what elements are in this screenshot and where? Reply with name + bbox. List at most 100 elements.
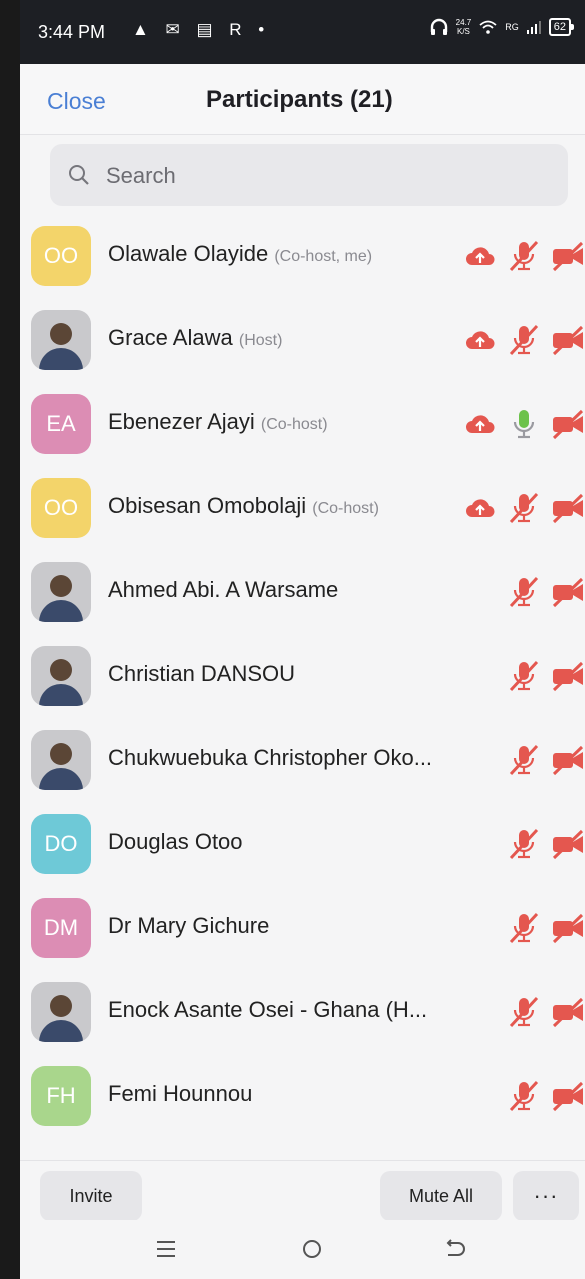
person-silhouette-icon [39,323,83,370]
participant-status-icons [507,658,585,694]
video-off-icon [551,658,585,694]
person-silhouette-icon [39,659,83,706]
participants-header: Close Participants (21) [20,64,585,135]
mic-muted-icon [507,1078,541,1114]
battery-icon: 62 [548,18,575,36]
search-box[interactable] [50,144,568,206]
video-off-icon [551,742,585,778]
video-off-icon [551,406,585,442]
participant-name: Douglas Otoo [108,829,243,855]
close-button[interactable]: Close [47,88,106,115]
participant-status-icons [463,238,585,274]
participant-name: Ebenezer Ajayi (Co-host) [108,409,328,435]
participant-name-text: Enock Asante Osei - Ghana (H... [108,997,428,1022]
network-type: RG [505,22,519,32]
participant-name-text: Douglas Otoo [108,829,243,854]
video-off-icon [551,574,585,610]
mic-muted-icon [507,742,541,778]
participant-name: Christian DANSOU [108,661,295,687]
mic-muted-icon [507,490,541,526]
participant-status-icons [463,322,585,358]
participant-name-text: Ahmed Abi. A Warsame [108,577,339,602]
participant-row[interactable]: Christian DANSOU [20,634,585,718]
participant-photo [31,310,91,370]
participant-avatar: DO [31,814,91,874]
participant-row[interactable]: Enock Asante Osei - Ghana (H... [20,970,585,1054]
participant-list: OO Olawale Olayide (Co-host, me) Grace Ala… [20,214,585,1138]
participant-name-text: Grace Alawa [108,325,233,350]
signal-icon [526,21,541,34]
participant-name: Olawale Olayide (Co-host, me) [108,241,372,267]
participant-status-icons [507,742,585,778]
participant-row[interactable]: OO Olawale Olayide (Co-host, me) [20,214,585,298]
cloud-record-icon [463,406,497,442]
participant-row[interactable]: Grace Alawa (Host) [20,298,585,382]
participant-photo [31,646,91,706]
participant-name-text: Obisesan Omobolaji [108,493,307,518]
participant-row[interactable]: Ahmed Abi. A Warsame [20,550,585,634]
network-speed: 24.7 K/S [456,18,472,36]
search-input[interactable] [104,156,548,196]
mic-on-icon [507,406,541,442]
mic-muted-icon [507,910,541,946]
participant-name-text: Ebenezer Ajayi [108,409,255,434]
person-silhouette-icon [39,743,83,790]
participant-name-text: Christian DANSOU [108,661,296,686]
participant-row[interactable]: DM Dr Mary Gichure [20,886,585,970]
participant-row[interactable]: FH Femi Hounnou [20,1054,585,1138]
participant-name-text: Femi Hounnou [108,1081,253,1106]
system-icons: 24.7 K/S RG 62 [430,18,575,36]
android-nav-bar [20,1220,585,1279]
back-icon[interactable] [440,1234,470,1264]
participant-avatar: FH [31,1066,91,1126]
participant-row[interactable]: DO Douglas Otoo [20,802,585,886]
page-title: Participants (21) [206,86,393,113]
invite-button[interactable]: Invite [40,1171,142,1221]
participant-avatar: OO [31,226,91,286]
mic-muted-icon [507,322,541,358]
mute-all-button[interactable]: Mute All [380,1171,502,1221]
participant-name-text: Olawale Olayide [108,241,269,266]
participant-avatar: EA [31,394,91,454]
speed-value: 24.7 [455,18,472,27]
home-icon[interactable] [297,1234,327,1264]
more-options-button[interactable]: ··· [513,1171,579,1221]
participant-row[interactable]: OO Obisesan Omobolaji (Co-host) [20,466,585,550]
participants-screen: 3:44 PM ▲ ✉ ▤ R • 24.7 K/S RG 62 Close Pa… [20,0,585,1279]
participant-name: Ahmed Abi. A Warsame [108,577,338,603]
video-off-icon [551,826,585,862]
participant-name: Chukwuebuka Christopher Oko... [108,745,432,771]
cloud-record-icon [463,490,497,526]
participant-photo [31,562,91,622]
participant-name: Femi Hounnou [108,1081,252,1107]
video-off-icon [551,322,585,358]
participant-role: (Co-host) [312,500,379,517]
mic-muted-icon [507,238,541,274]
recent-apps-icon[interactable] [151,1234,181,1264]
participants-footer: Invite Mute All ··· [20,1160,585,1221]
participant-status-icons [507,574,585,610]
participant-name: Dr Mary Gichure [108,913,269,939]
video-off-icon [551,1078,585,1114]
participant-name: Grace Alawa (Host) [108,325,282,351]
participant-name-text: Chukwuebuka Christopher Oko... [108,745,433,770]
participant-name: Obisesan Omobolaji (Co-host) [108,493,379,519]
person-silhouette-icon [39,575,83,622]
speed-unit: K/S [457,27,470,36]
participant-status-icons [463,490,585,526]
video-off-icon [551,490,585,526]
video-off-icon [551,994,585,1030]
notification-icons: ▲ ✉ ▤ R • [132,20,271,39]
participant-avatar: DM [31,898,91,958]
mic-muted-icon [507,994,541,1030]
video-off-icon [551,238,585,274]
mic-muted-icon [507,658,541,694]
participant-row[interactable]: EA Ebenezer Ajayi (Co-host) [20,382,585,466]
participant-row[interactable]: Chukwuebuka Christopher Oko... [20,718,585,802]
participant-photo [31,730,91,790]
participant-status-icons [507,910,585,946]
participant-role: (Co-host, me) [274,248,373,265]
mic-muted-icon [507,574,541,610]
mic-muted-icon [507,826,541,862]
headphones-icon [430,18,447,35]
